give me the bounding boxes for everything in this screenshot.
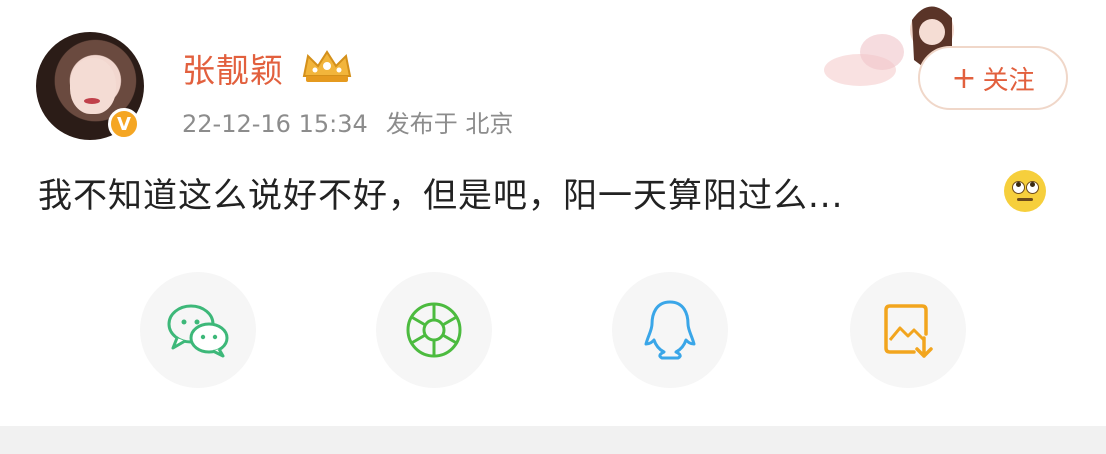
crown-icon [302,50,352,82]
share-moments-button[interactable] [376,272,492,388]
avatar-face [70,58,116,114]
qq-icon [644,300,696,360]
verified-badge-icon: V [108,108,140,140]
follow-button-label: 关注 [982,65,1035,96]
moments-icon [406,302,462,358]
share-wechat-button[interactable] [140,272,256,388]
bottom-divider [0,426,1106,454]
emoji-mouth [1017,198,1033,201]
emoji-eye [1012,181,1025,194]
post-location: 发布于 北京 [385,110,514,138]
weibo-post-card: V 张靓颖 22-12-16 15:34 发布于 北京 + 关注 我不知道这么说好… [0,0,1106,454]
eye-roll-emoji-icon [1004,170,1046,212]
wechat-icon [167,304,229,358]
post-meta: 22-12-16 15:34 发布于 北京 [182,104,531,139]
avatar-lips [84,98,100,104]
save-image-icon [884,304,933,358]
share-save-image-button[interactable] [850,272,966,388]
follow-button[interactable]: + 关注 [918,46,1068,110]
plus-icon: + [951,60,977,96]
share-qq-button[interactable] [612,272,728,388]
post-timestamp: 22-12-16 15:34 [182,110,368,138]
username[interactable]: 张靓颖 [182,44,284,92]
post-text: 我不知道这么说好不好，但是吧，阳一天算阳过么... [38,176,844,216]
emoji-eye [1026,181,1039,194]
